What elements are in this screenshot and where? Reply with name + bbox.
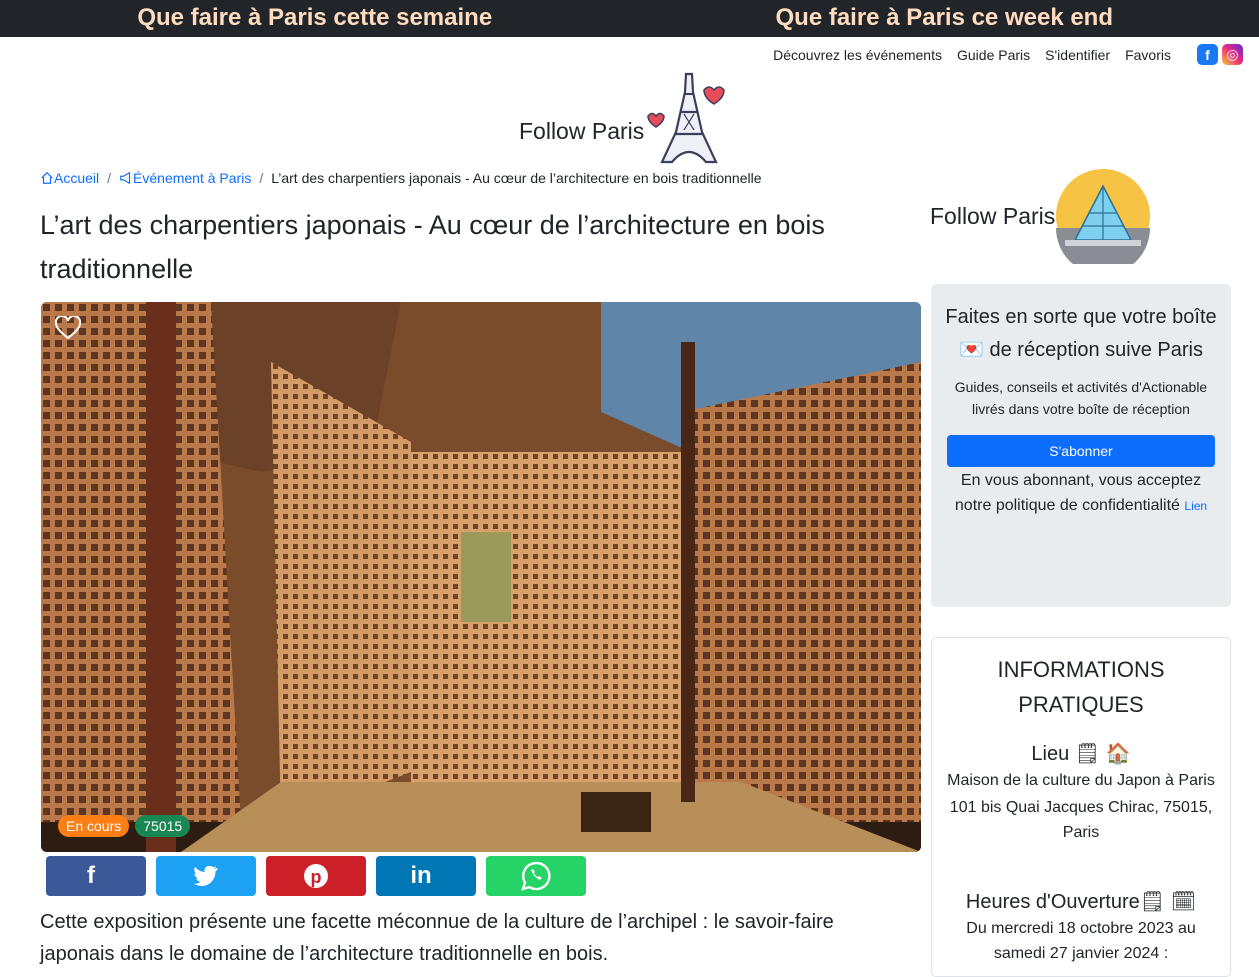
top-banner: Que faire à Paris cette semaine Que fair… (0, 0, 1259, 37)
newsletter-title: Faites en sorte que votre boîte 💌 de réc… (945, 301, 1217, 367)
nav-discover-events[interactable]: Découvrez les événements (773, 47, 942, 63)
practical-info-card: INFORMATIONS PRATIQUES Lieu 🗒 🏠 Maison d… (931, 637, 1231, 977)
breadcrumb-current: L’art des charpentiers japonais - Au cœu… (271, 170, 761, 186)
svg-text:p: p (311, 867, 322, 887)
breadcrumb-home-label: Accueil (54, 170, 99, 186)
envelope-heart-icon: 💌 (959, 339, 984, 361)
postcode-badge: 75015 (135, 815, 190, 837)
megaphone-icon (119, 171, 133, 185)
privacy-link[interactable]: Lien (1184, 499, 1207, 513)
pinterest-icon: p (303, 863, 329, 889)
location-label-row: Lieu 🗒 🏠 (944, 741, 1218, 766)
breadcrumb-separator: / (259, 170, 263, 186)
nav-login[interactable]: S'identifier (1045, 47, 1110, 63)
sidebar-brand[interactable]: Follow Paris (930, 168, 1151, 264)
louvre-pyramid-icon (1055, 168, 1151, 264)
sidebar-brand-name: Follow Paris (930, 203, 1055, 230)
whatsapp-icon (521, 861, 551, 891)
calendar-icon: 🗓 (1171, 891, 1196, 913)
eiffel-tower-icon (644, 72, 734, 167)
home-icon (40, 171, 54, 185)
brand-name: Follow Paris (519, 118, 644, 145)
breadcrumb-events[interactable]: Événement à Paris (119, 170, 251, 186)
newsletter-title-part-1: Faites en sorte que votre boîte (945, 306, 1216, 328)
breadcrumb: Accueil / Événement à Paris / L’art des … (40, 170, 762, 186)
venue-address: 101 bis Quai Jacques Chirac, 75015, Pari… (944, 795, 1218, 845)
newsletter-description: Guides, conseils et activités d'Actionab… (945, 376, 1217, 420)
share-twitter-button[interactable] (156, 856, 256, 896)
social-links: f ◎ (1193, 44, 1243, 65)
instagram-icon[interactable]: ◎ (1222, 44, 1243, 65)
share-buttons: f p in (46, 856, 596, 896)
hours-label-row: Heures d'Ouverture🗒 🗓 (944, 889, 1218, 914)
facebook-icon: f (46, 856, 136, 896)
event-photo (41, 302, 921, 852)
venue-name: Maison de la culture du Japon à Paris (944, 768, 1218, 793)
share-pinterest-button[interactable]: p (266, 856, 366, 896)
newsletter-box: Faites en sorte que votre boîte 💌 de réc… (931, 284, 1231, 607)
main-nav: Découvrez les événements Guide Paris S'i… (758, 44, 1243, 65)
nav-guide-paris[interactable]: Guide Paris (957, 47, 1030, 63)
breadcrumb-events-label: Événement à Paris (133, 170, 251, 186)
event-intro: Cette exposition présente une facette mé… (40, 906, 900, 970)
favorite-heart-icon[interactable] (55, 316, 81, 340)
newsletter-terms: En vous abonnant, vous acceptez notre po… (945, 468, 1217, 519)
house-icon: 🏠 (1106, 743, 1131, 765)
breadcrumb-separator: / (107, 170, 111, 186)
linkedin-icon: in (376, 856, 466, 896)
event-badges: En cours 75015 (58, 815, 196, 837)
info-heading: INFORMATIONS PRATIQUES (944, 652, 1218, 722)
clipboard-icon: 🗒 (1140, 891, 1165, 913)
subscribe-button[interactable]: S'abonner (947, 435, 1215, 467)
this-weekend-link[interactable]: Que faire à Paris ce week end (630, 0, 1259, 37)
breadcrumb-home[interactable]: Accueil (40, 170, 99, 186)
hours-label: Heures d'Ouverture (966, 891, 1140, 913)
newsletter-title-part-2: de réception suive Paris (990, 339, 1203, 361)
terms-text: En vous abonnant, vous acceptez notre po… (955, 472, 1201, 514)
clipboard-icon: 🗒 (1075, 743, 1100, 765)
site-logo[interactable]: Follow Paris (519, 72, 734, 167)
share-facebook-button[interactable]: f (46, 856, 146, 896)
hours-value: Du mercredi 18 octobre 2023 au samedi 27… (944, 916, 1218, 966)
nav-favorites[interactable]: Favoris (1125, 47, 1171, 63)
share-whatsapp-button[interactable] (486, 856, 586, 896)
this-week-link[interactable]: Que faire à Paris cette semaine (0, 0, 630, 37)
status-badge: En cours (58, 815, 129, 837)
facebook-icon[interactable]: f (1197, 44, 1218, 65)
page-title: L’art des charpentiers japonais - Au cœu… (40, 203, 900, 291)
share-linkedin-button[interactable]: in (376, 856, 476, 896)
location-label: Lieu (1031, 743, 1069, 765)
event-image: En cours 75015 (41, 302, 921, 852)
twitter-icon (194, 866, 218, 886)
